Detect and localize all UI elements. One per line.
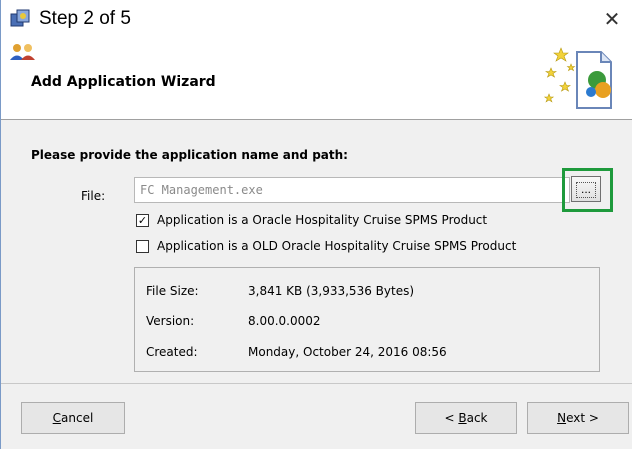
file-size-value: 3,841 KB (3,933,536 Bytes) [248,284,415,298]
window-title: Step 2 of 5 [39,8,131,29]
browse-button-label: ... [576,182,596,198]
cancel-button-mnemonic: C [52,411,62,425]
close-icon[interactable]: ✕ [598,4,626,34]
cancel-button[interactable]: Cancel [21,402,125,434]
checkbox-label-old-spms-product: Application is a OLD Oracle Hospitality … [157,239,517,253]
wizard-stars-document-icon [539,42,623,114]
page-title: Add Application Wizard [31,74,216,90]
cancel-button-label: ancel [61,411,94,425]
title-bar: Step 2 of 5 ✕ [1,0,632,40]
wizard-window: Step 2 of 5 ✕ Add Application Wizard Ple… [0,0,632,449]
instruction-text: Please provide the application name and … [31,148,348,162]
back-button-mnemonic: B [458,411,467,425]
checkbox-row-old-spms-product[interactable]: Application is a OLD Oracle Hospitality … [136,238,516,254]
checkbox-spms-product[interactable]: ✓ [136,213,149,227]
file-path-input[interactable]: FC Management.exe [134,177,570,203]
next-button-mnemonic: N [557,411,567,425]
created-label: Created: [146,345,198,359]
file-label: File: [81,189,106,203]
created-value: Monday, October 24, 2016 08:56 [248,345,447,359]
next-button[interactable]: Next > [527,402,629,434]
checkbox-label-spms-product: Application is a Oracle Hospitality Crui… [157,213,488,227]
file-info-panel: File Size: 3,841 KB (3,933,536 Bytes) Ve… [134,267,600,372]
users-icon [9,43,39,61]
footer-divider [1,383,632,384]
file-size-label: File Size: [146,284,199,298]
checkbox-old-spms-product[interactable] [136,239,149,253]
version-value: 8.00.0.0002 [248,314,321,328]
back-button-label: ack [466,411,488,425]
version-label: Version: [146,314,195,328]
wizard-header: Add Application Wizard [1,40,632,120]
setup-wizard-icon [9,8,31,30]
checkbox-row-spms-product[interactable]: ✓ Application is a Oracle Hospitality Cr… [136,212,487,228]
back-button[interactable]: < Back [415,402,517,434]
back-button-prefix: < [444,411,459,425]
next-button-label: ext > [566,411,599,425]
browse-button[interactable]: ... [571,176,601,202]
